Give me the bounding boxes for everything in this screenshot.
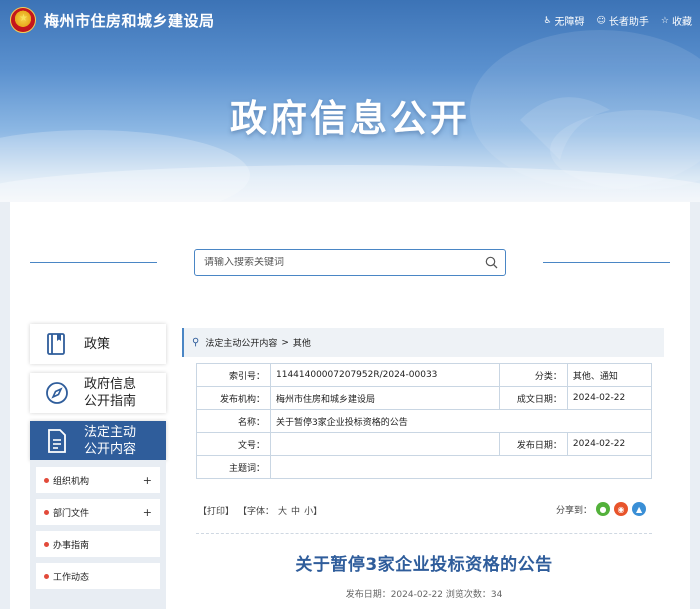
created-date-label: 成文日期： [498,386,568,410]
publish-date-label: 发布日期： [498,432,568,456]
font-large-button[interactable]: 大 [278,504,287,517]
article-meta: 发布日期：2024-02-22 浏览次数：34 [345,590,503,600]
elder-helper-link[interactable]: ☺ 长者助手 [596,13,649,29]
bullet-icon [44,509,49,515]
accessibility-icon: ♿ [543,15,552,26]
subject-value [270,455,652,479]
font-small-button[interactable]: 小】 [304,504,322,517]
sidebar-item-label: 法定主动 公开内容 [84,424,136,458]
favorite-link[interactable]: ☆ 收藏 [660,13,692,29]
wechat-icon[interactable]: ● [596,502,611,516]
category-label: 分类： [498,363,568,387]
sidebar-item-label-line1: 政府信息 [84,377,137,392]
content-panel: 政策 政府信息 公开指南 法定主动 公开内容 组织机构 + 部门文件 + [10,202,690,609]
national-emblem-icon: ★ [10,7,36,33]
created-date-value: 2024-02-22 [566,386,653,410]
publish-date-value: 2024-02-22 [566,432,653,456]
doc-number-value [270,432,500,456]
table-row: 索引号： 11441400007207952R/2024-00033 分类： 其… [196,363,653,387]
sidebar-item-label-line2: 公开指南 [84,394,137,409]
publisher-value: 梅州市住房和城乡建设局 [270,386,500,410]
sidebar-item-label-line2: 公开内容 [84,442,137,457]
share-label: 分享到： [556,505,593,516]
favorite-label: 收藏 [672,17,692,28]
breadcrumb: ⚲ 法定主动公开内容 > 其他 [182,328,664,357]
sidebar-item-label: 政府信息 公开指南 [84,376,136,410]
expand-icon[interactable]: + [143,506,152,519]
location-pin-icon: ⚲ [192,337,200,348]
subject-label: 主题词： [196,455,271,479]
breadcrumb-separator: > [281,337,289,348]
compass-icon [30,380,84,406]
article-tools: 【打印】 【字体： 大 中 小】 [198,504,322,517]
accessibility-label: 无障碍 [554,17,585,28]
breadcrumb-item-statutory[interactable]: 法定主动公开内容 [205,336,277,349]
index-label: 索引号： [196,363,271,387]
name-label: 名称： [196,409,271,433]
print-button[interactable]: 【打印】 [198,504,234,517]
search-input[interactable] [195,257,477,268]
sidebar-item-statutory-content[interactable]: 法定主动 公开内容 [30,421,166,461]
sub-item-department-docs[interactable]: 部门文件 + [36,499,160,525]
breadcrumb-item-other[interactable]: 其他 [293,336,311,349]
favorite-icon: ☆ [660,15,669,26]
banner-title: 政府信息公开 [230,97,470,140]
search-divider-right [543,262,670,263]
sub-item-label: 办事指南 [53,540,90,551]
sidebar-item-label-line1: 法定主动 [84,425,137,440]
article-title: 关于暂停3家企业投标资格的公告 [295,555,553,575]
expand-icon[interactable]: + [143,474,152,487]
bullet-icon [44,573,49,579]
search-icon[interactable] [477,250,505,275]
bullet-icon [44,541,49,547]
top-links: ♿ 无障碍 ☺ 长者助手 ☆ 收藏 [543,13,692,29]
book-icon [30,331,84,357]
share-bar: 分享到： ● ◉ ▲ [556,502,647,516]
table-row: 文号： 发布日期： 2024-02-22 [196,432,653,456]
table-row: 名称： 关于暂停3家企业投标资格的公告 [196,409,652,433]
header-banner: ★ 梅州市住房和城乡建设局 ♿ 无障碍 ☺ 长者助手 ☆ 收藏 政府信息公开 [0,0,700,202]
document-icon [30,428,84,454]
weibo-icon[interactable]: ◉ [614,502,629,516]
search-divider-left [30,262,157,263]
sub-item-label: 组织机构 [53,476,90,487]
publisher-label: 发布机构： [196,386,271,410]
sub-item-label: 工作动态 [53,572,90,583]
font-medium-button[interactable]: 中 [291,504,300,517]
doc-number-label: 文号： [196,432,271,456]
sub-item-organization[interactable]: 组织机构 + [36,467,160,493]
sidebar-item-label: 政策 [84,336,111,352]
top-bar: ★ 梅州市住房和城乡建设局 ♿ 无障碍 ☺ 长者助手 ☆ 收藏 [0,0,700,40]
index-value: 11441400007207952R/2024-00033 [270,363,500,387]
sub-item-service-guide[interactable]: 办事指南 [36,531,160,557]
bullet-icon [44,477,49,483]
accessibility-link[interactable]: ♿ 无障碍 [543,13,585,29]
document-meta-table: 索引号： 11441400007207952R/2024-00033 分类： 其… [196,363,653,479]
search-box [194,249,506,276]
sidebar-sub-list: 组织机构 + 部门文件 + 办事指南 工作动态 [30,460,166,609]
site-name[interactable]: 梅州市住房和城乡建设局 [44,10,215,31]
elder-helper-icon: ☺ [596,15,606,26]
font-size-label: 【字体： [238,507,275,517]
sub-item-label: 部门文件 [53,508,90,519]
elder-helper-label: 长者助手 [608,17,649,28]
sidebar-item-guide[interactable]: 政府信息 公开指南 [30,373,166,413]
table-row: 主题词： [196,455,652,479]
table-row: 发布机构： 梅州市住房和城乡建设局 成文日期： 2024-02-22 [196,386,653,410]
category-value: 其他、通知 [566,363,653,387]
divider [196,533,652,534]
sidebar-item-policy[interactable]: 政策 [30,324,166,364]
qq-icon[interactable]: ▲ [632,502,647,516]
sub-item-work-news[interactable]: 工作动态 [36,563,160,589]
name-value: 关于暂停3家企业投标资格的公告 [270,409,652,433]
